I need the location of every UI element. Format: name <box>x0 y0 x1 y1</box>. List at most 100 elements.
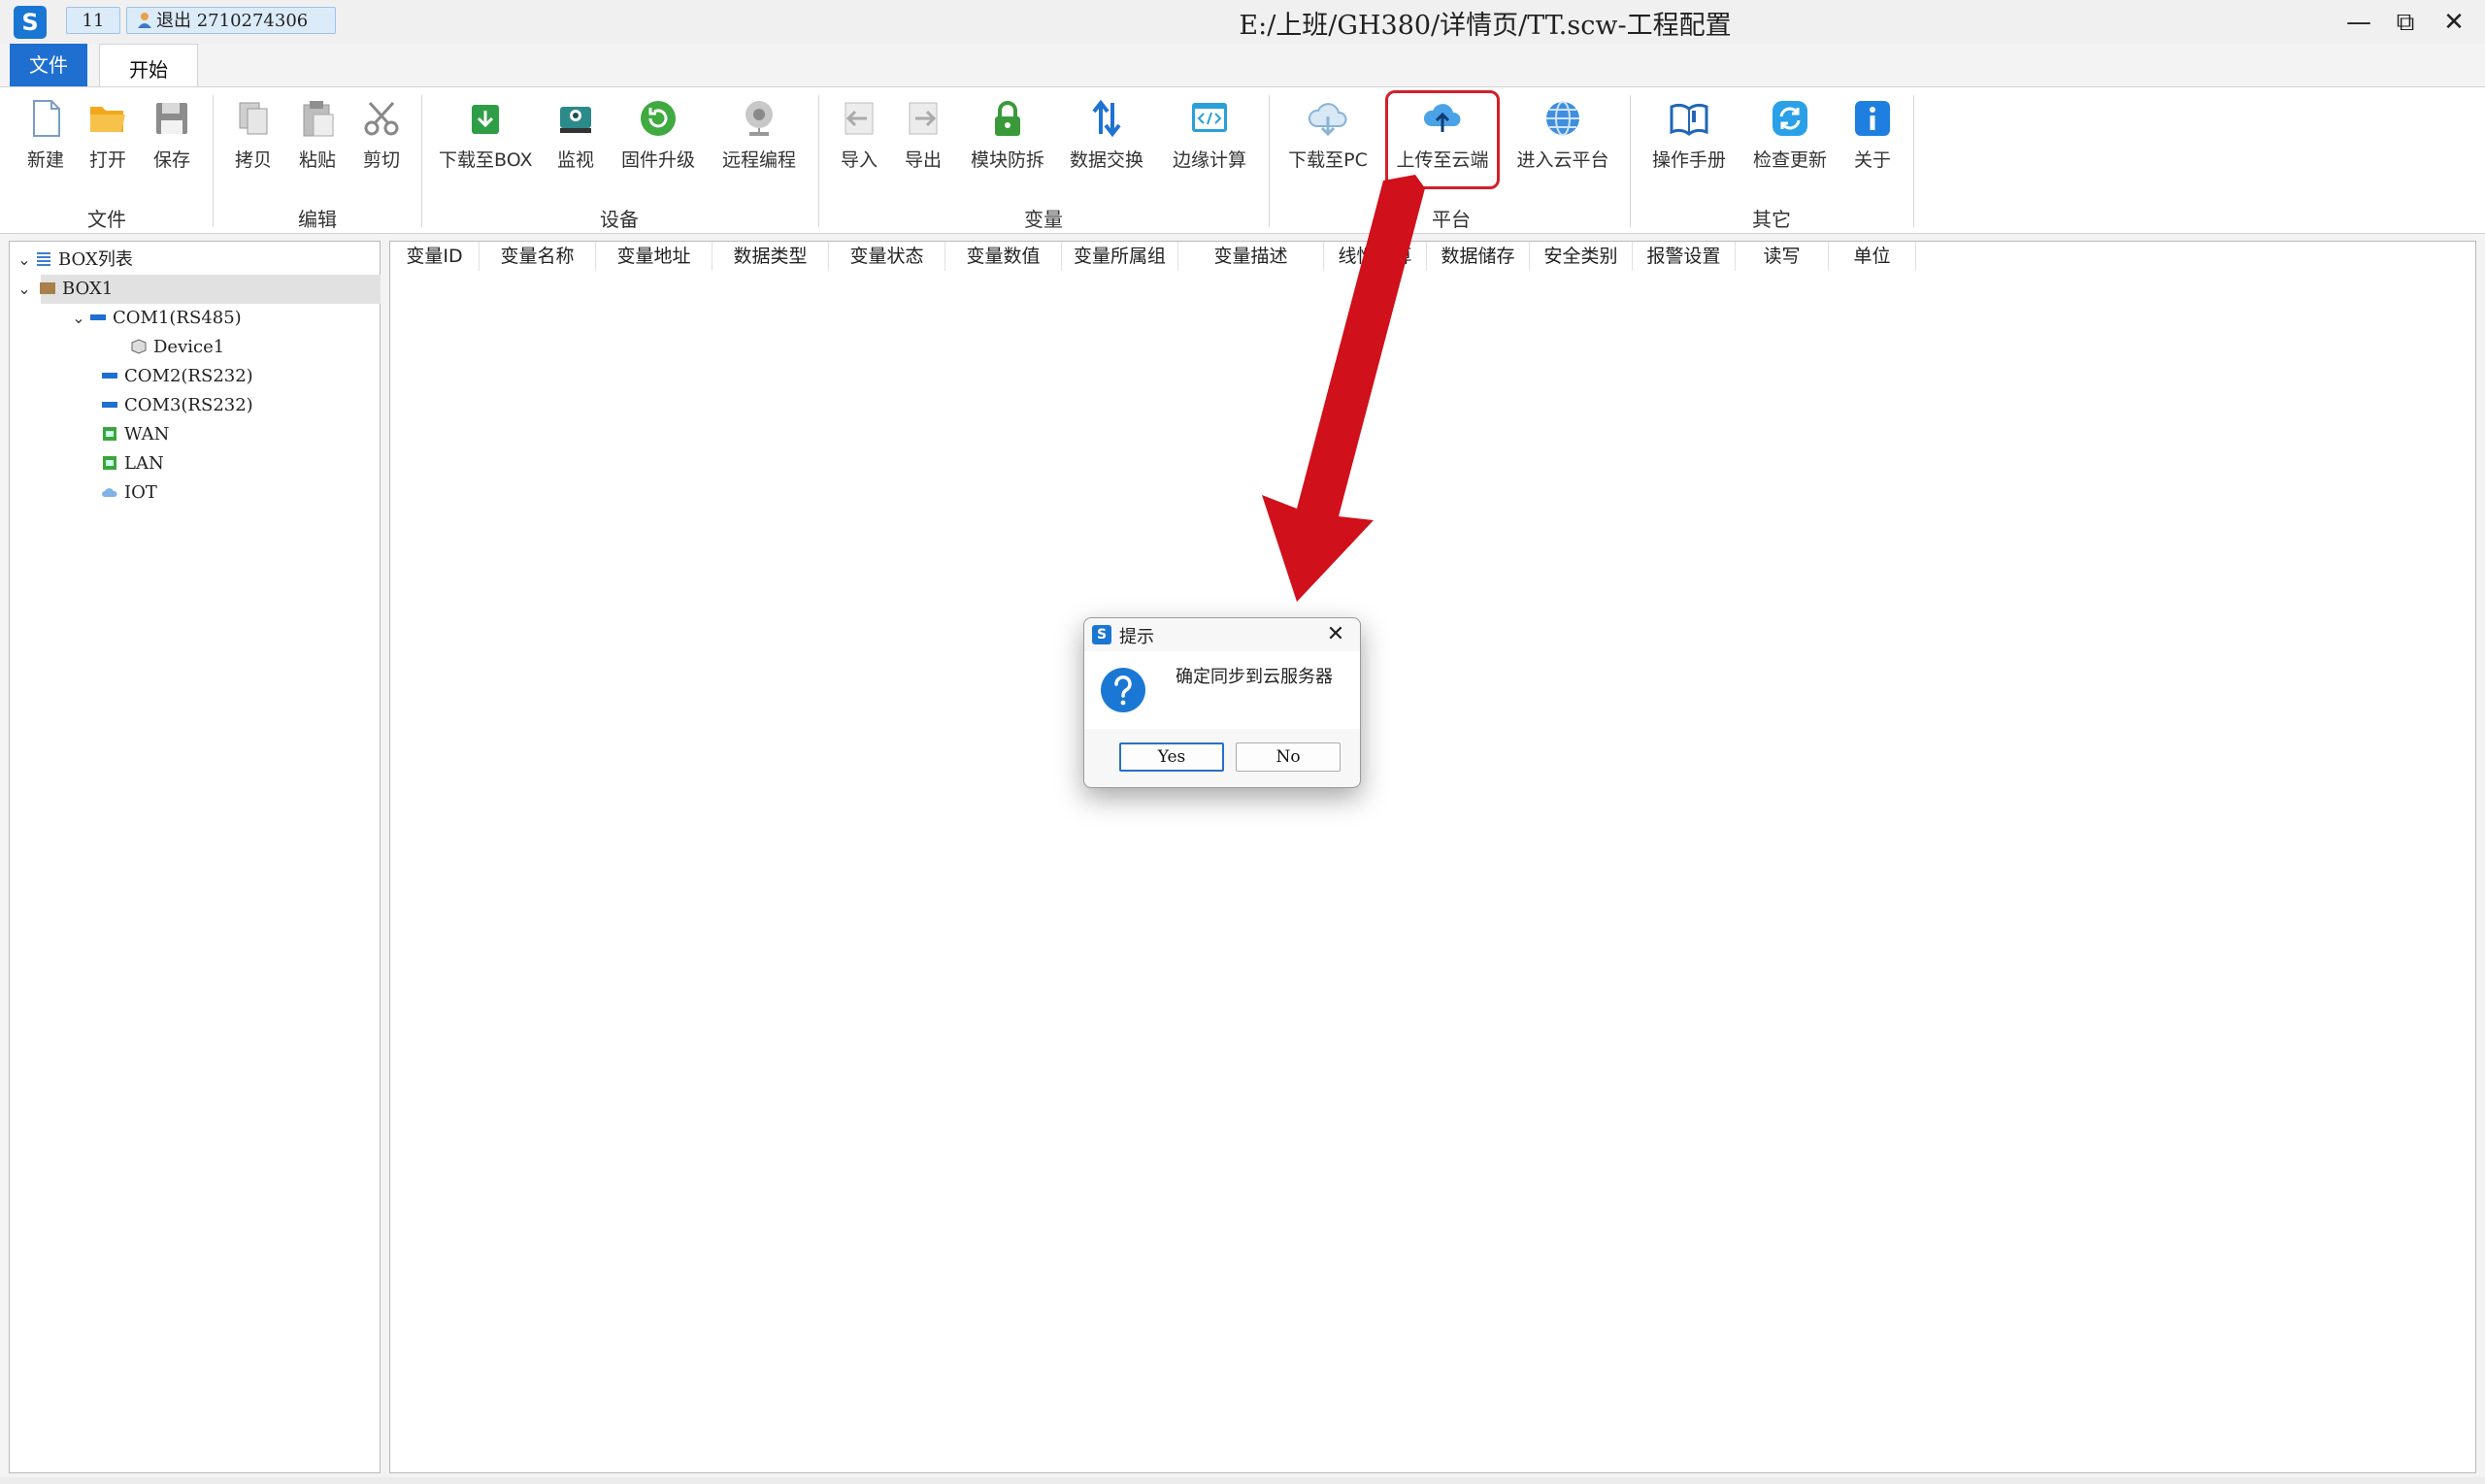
data-exchange-label: 数据交换 <box>1069 149 1143 171</box>
close-window-button[interactable]: ✕ <box>2433 4 2475 41</box>
column-header[interactable]: 数据储存 <box>1427 242 1530 271</box>
logout-user-label: 退出 2710274306 <box>156 11 309 31</box>
no-button[interactable]: No <box>1236 742 1341 772</box>
table-header: 变量ID 变量名称 变量地址 数据类型 变量状态 变量数值 变量所属组 变量描述 线性换算 数据储… <box>390 242 1916 271</box>
network-port-icon <box>103 427 116 441</box>
dialog-title: 提示 <box>1119 627 1154 647</box>
chevron-down-icon[interactable]: ⌄ <box>68 304 89 333</box>
tree-item-box1[interactable]: ⌄ BOX1 <box>17 275 381 304</box>
logout-user-button[interactable]: 退出 2710274306 <box>126 7 336 34</box>
monitor-button[interactable]: 监视 <box>546 97 606 194</box>
open-button[interactable]: 打开 <box>82 97 134 194</box>
refresh-circle-icon <box>641 101 676 136</box>
import-button[interactable]: 导入 <box>833 97 885 194</box>
window-title: E:/上班/GH380/详情页/TT.scw-工程配置 <box>1239 11 1732 41</box>
column-header[interactable]: 数据类型 <box>712 242 829 271</box>
check-update-button[interactable]: 检查更新 <box>1747 97 1833 194</box>
column-header[interactable]: 变量所属组 <box>1062 242 1178 271</box>
lock-icon <box>995 101 1020 136</box>
download-to-box-label: 下载至BOX <box>439 149 533 171</box>
module-protect-button[interactable]: 模块防拆 <box>965 97 1050 194</box>
column-header[interactable]: 变量数值 <box>945 242 1062 271</box>
module-protect-label: 模块防拆 <box>970 149 1044 171</box>
new-button[interactable]: 新建 <box>19 97 72 194</box>
group-separator <box>421 95 422 227</box>
group-separator <box>1913 95 1914 227</box>
column-header[interactable]: 线性换算 <box>1324 242 1427 271</box>
restore-button[interactable]: ⧉ <box>2384 4 2427 41</box>
column-header[interactable]: 变量状态 <box>829 242 945 271</box>
app-logo-icon: S <box>1092 625 1111 644</box>
tree-item-iot[interactable]: IOT <box>101 478 157 508</box>
tab-home[interactable]: 开始 <box>99 44 198 87</box>
cloud-download-icon <box>1308 103 1347 137</box>
column-header[interactable]: 读写 <box>1736 242 1829 271</box>
dialog-close-button[interactable]: ✕ <box>1321 620 1350 649</box>
save-button[interactable]: 保存 <box>146 97 198 194</box>
cut-button[interactable]: 剪切 <box>355 97 408 194</box>
upload-highlight-box <box>1385 90 1500 189</box>
paste-label: 粘贴 <box>298 149 336 171</box>
ribbon-toolbar: 新建 打开 保存 文件 拷贝 粘贴 剪切 编辑 下载至BOX 监视 固件升级 远… <box>0 86 2485 234</box>
group-separator <box>1630 95 1631 227</box>
column-header[interactable]: 变量地址 <box>596 242 712 271</box>
code-window-icon <box>1192 103 1227 132</box>
column-header[interactable]: 报警设置 <box>1633 242 1736 271</box>
yes-button[interactable]: Yes <box>1119 742 1224 772</box>
tree-item-device1[interactable]: Device1 <box>130 333 224 362</box>
column-header[interactable]: 安全类别 <box>1530 242 1633 271</box>
cut-label: 剪切 <box>362 149 400 171</box>
download-box-icon <box>472 105 499 134</box>
scissors-icon <box>364 101 399 136</box>
serial-port-icon <box>90 314 106 320</box>
serial-port-icon <box>102 373 117 379</box>
dialog-message: 确定同步到云服务器 <box>1176 667 1333 687</box>
variable-table: 变量ID 变量名称 变量地址 数据类型 变量状态 变量数值 变量所属组 变量描述 线性换算 数据储… <box>389 241 2476 1473</box>
manual-label: 操作手册 <box>1651 149 1726 171</box>
column-header[interactable]: 变量名称 <box>480 242 596 271</box>
enter-cloud-platform-label: 进入云平台 <box>1516 149 1609 171</box>
tree-item-com2[interactable]: COM2(RS232) <box>101 362 253 391</box>
download-to-box-button[interactable]: 下载至BOX <box>439 97 532 194</box>
tab-file[interactable]: 文件 <box>10 44 87 87</box>
copy-button[interactable]: 拷贝 <box>227 97 280 194</box>
column-header[interactable]: 变量ID <box>390 242 480 271</box>
question-icon <box>1101 668 1145 712</box>
edge-compute-button[interactable]: 边缘计算 <box>1167 97 1252 194</box>
quick-access-count[interactable]: 11 <box>66 7 120 34</box>
tree-item-com1[interactable]: ⌄ COM1(RS485) <box>68 304 241 333</box>
remote-network-icon <box>746 101 773 136</box>
network-port-icon <box>103 456 116 470</box>
manual-button[interactable]: 操作手册 <box>1646 97 1732 194</box>
tree-com3-label: COM3(RS232) <box>124 395 253 415</box>
column-header[interactable]: 单位 <box>1829 242 1916 271</box>
export-button[interactable]: 导出 <box>897 97 949 194</box>
download-to-pc-button[interactable]: 下载至PC <box>1285 97 1371 194</box>
export-label: 导出 <box>904 149 942 171</box>
group-label-edit: 编辑 <box>298 208 337 231</box>
column-header[interactable]: 变量描述 <box>1178 242 1324 271</box>
paste-clipboard-icon <box>303 101 334 137</box>
save-disk-icon <box>156 103 187 134</box>
about-button[interactable]: 关于 <box>1846 97 1899 194</box>
data-exchange-button[interactable]: 数据交换 <box>1064 97 1149 194</box>
user-icon <box>138 13 151 28</box>
export-arrow-icon <box>909 102 938 135</box>
group-separator <box>818 95 819 227</box>
tree-item-wan[interactable]: WAN <box>101 420 169 449</box>
tree-root[interactable]: ⌄ BOX列表 <box>14 246 133 275</box>
cloud-icon <box>102 488 117 497</box>
paste-button[interactable]: 粘贴 <box>291 97 344 194</box>
firmware-upgrade-button[interactable]: 固件升级 <box>615 97 701 194</box>
chevron-down-icon[interactable]: ⌄ <box>14 275 35 304</box>
group-label-device: 设备 <box>600 208 639 231</box>
dialog-footer: Yes No <box>1084 729 1360 787</box>
tree-item-lan[interactable]: LAN <box>101 449 164 478</box>
import-arrow-icon <box>845 102 874 135</box>
tree-item-com3[interactable]: COM3(RS232) <box>101 391 253 420</box>
minimize-button[interactable]: — <box>2337 4 2380 41</box>
remote-programming-button[interactable]: 远程编程 <box>714 97 804 194</box>
chevron-down-icon[interactable]: ⌄ <box>14 246 35 275</box>
tree-device1-label: Device1 <box>153 337 225 357</box>
enter-cloud-platform-button[interactable]: 进入云平台 <box>1510 97 1615 194</box>
